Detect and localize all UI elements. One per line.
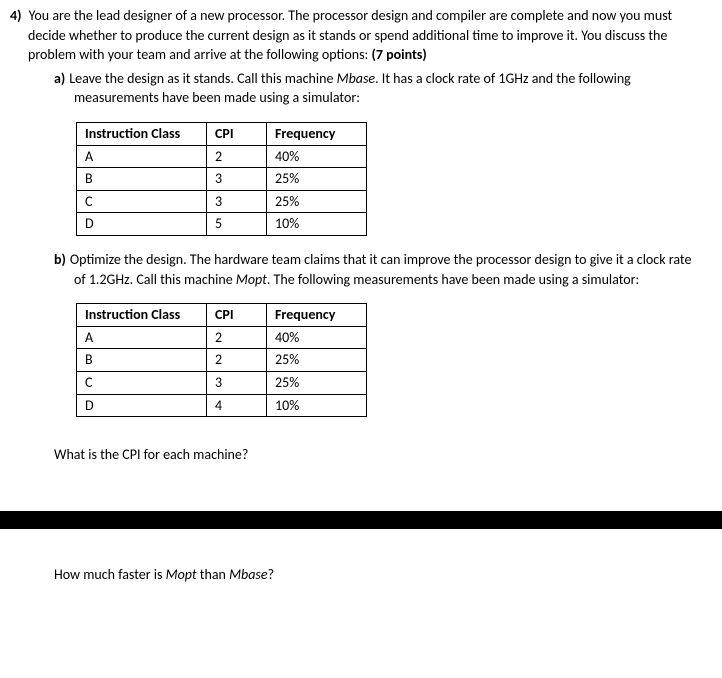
cell: 3 [207,371,267,394]
cell: D [77,394,207,417]
cell: 2 [207,326,267,349]
header-cpi: CPI [207,122,267,145]
part-a: a)Leave the design as it stands. Call th… [54,69,702,108]
points-label: (7 points) [371,46,426,63]
cell: 10% [267,394,367,417]
cell: 2 [207,145,267,168]
q2-after: ? [268,566,275,583]
cell: 25% [267,190,367,213]
cell: 4 [207,394,267,417]
q2-mopt: Mopt [166,566,197,583]
cell: C [77,371,207,394]
cell: 25% [267,168,367,191]
q2-mbase: Mbase [229,566,268,583]
cell: A [77,326,207,349]
cell: 3 [207,168,267,191]
cell: A [77,145,207,168]
table-header-row: Instruction Class CPI Frequency [77,122,367,145]
table-header-row: Instruction Class CPI Frequency [77,304,367,327]
cell: B [77,349,207,372]
part-b-label: b) [54,251,66,268]
table-row: D 4 10% [77,394,367,417]
cell: C [77,190,207,213]
machine-mbase: Mbase [337,70,376,87]
table-row: A 2 40% [77,326,367,349]
header-class: Instruction Class [77,304,207,327]
cell: 5 [207,213,267,236]
part-b-text-after: . The following measurements have been m… [267,271,639,288]
table-row: A 2 40% [77,145,367,168]
table-b: Instruction Class CPI Frequency A 2 40% … [76,303,367,417]
header-cpi: CPI [207,304,267,327]
table-row: C 3 25% [77,371,367,394]
table-row: B 3 25% [77,168,367,191]
divider-bar [0,511,722,529]
header-freq: Frequency [267,304,367,327]
cell: 10% [267,213,367,236]
table-b-wrap: Instruction Class CPI Frequency A 2 40% … [76,303,702,417]
header-freq: Frequency [267,122,367,145]
header-class: Instruction Class [77,122,207,145]
q2-before: How much faster is [54,566,166,583]
table-row: D 5 10% [77,213,367,236]
question-cpi: What is the CPI for each machine? [54,445,702,465]
cell: 25% [267,371,367,394]
table-row: C 3 25% [77,190,367,213]
question-faster: How much faster is Mopt than Mbase? [54,565,702,585]
table-a: Instruction Class CPI Frequency A 2 40% … [76,122,367,236]
cell: 40% [267,145,367,168]
cell: 25% [267,349,367,372]
cell: 2 [207,349,267,372]
question-intro: 4) You are the lead designer of a new pr… [6,6,702,65]
question-number: 4) [10,7,21,24]
table-a-wrap: Instruction Class CPI Frequency A 2 40% … [76,122,702,236]
intro-text: You are the lead designer of a new proce… [28,7,672,63]
part-a-text-before: Leave the design as it stands. Call this… [69,70,336,87]
table-row: B 2 25% [77,349,367,372]
cell: D [77,213,207,236]
cell: 40% [267,326,367,349]
part-a-label: a) [54,70,65,87]
machine-mopt: Mopt [236,271,267,288]
part-b: b)Optimize the design. The hardware team… [54,250,702,289]
q2-mid: than [197,566,229,583]
cell: 3 [207,190,267,213]
cell: B [77,168,207,191]
